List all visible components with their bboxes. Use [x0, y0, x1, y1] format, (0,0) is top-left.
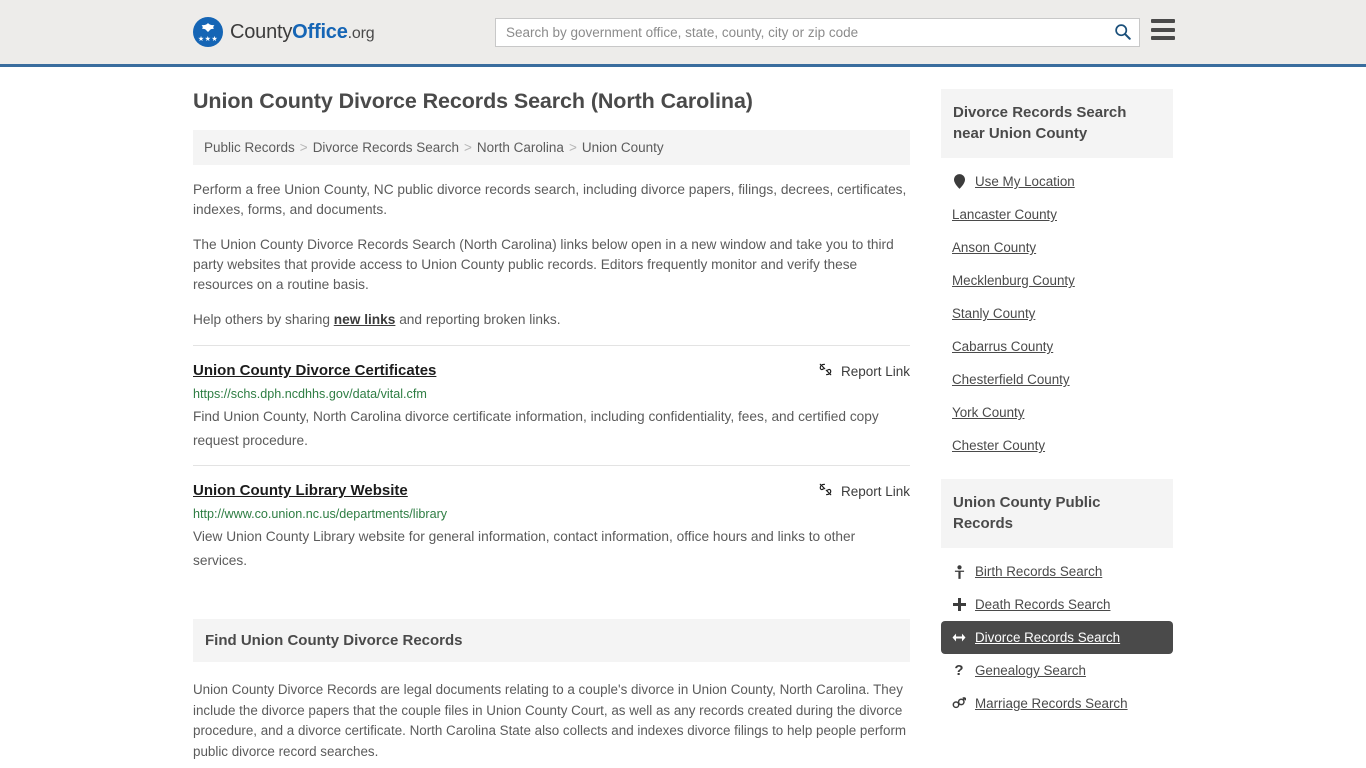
sidebar-item-divorce-records-search[interactable]: Divorce Records Search	[941, 621, 1173, 654]
map-pin-icon	[952, 174, 966, 189]
sidebar-item-label: Stanly County	[952, 306, 1036, 321]
sidebar-item-use-my-location[interactable]: Use My Location	[941, 165, 1173, 198]
section-body: Union County Divorce Records are legal d…	[193, 680, 910, 768]
sidebar-item-anson-county[interactable]: Anson County	[941, 231, 1173, 264]
share-text-before: Help others by sharing	[193, 312, 334, 327]
sidebar-item-label: Divorce Records Search	[975, 630, 1121, 645]
search-icon	[1114, 23, 1131, 43]
question-mark-icon: ?	[954, 662, 964, 679]
link-entry: Union County Library Website Report Link…	[193, 465, 910, 585]
sidebar-item-chesterfield-county[interactable]: Chesterfield County	[941, 363, 1173, 396]
report-link-button[interactable]: Report Link	[818, 481, 910, 500]
logo-text: CountyOffice.org	[230, 20, 375, 44]
sidebar-item-label: Birth Records Search	[975, 564, 1103, 579]
hamburger-bar	[1151, 36, 1175, 40]
section-paragraph: Union County Divorce Records are legal d…	[193, 682, 907, 759]
sidebar-item-label: Death Records Search	[975, 597, 1111, 612]
sidebar-item-birth-records-search[interactable]: Birth Records Search	[941, 555, 1173, 588]
search-bar[interactable]	[495, 18, 1140, 47]
seal-stars: ★★★	[197, 36, 219, 43]
search-button[interactable]	[1105, 19, 1139, 46]
link-entry-header: Union County Divorce Certificates Report…	[193, 361, 910, 380]
section-heading: Find Union County Divorce Records	[193, 619, 910, 662]
link-entry: Union County Divorce Certificates Report…	[193, 345, 910, 465]
intro-paragraph-2: The Union County Divorce Records Search …	[193, 237, 894, 292]
cross-icon	[952, 598, 966, 611]
sidebar-item-label: Cabarrus County	[952, 339, 1054, 354]
report-link-label: Report Link	[840, 483, 910, 499]
left-right-arrow-icon	[952, 632, 966, 643]
new-links-link[interactable]: new links	[334, 312, 396, 327]
eagle-seal-icon: ★★★	[193, 17, 223, 47]
breadcrumb-separator: >	[568, 140, 577, 155]
sidebar-item-lancaster-county[interactable]: Lancaster County	[941, 198, 1173, 231]
intro-paragraph-1: Perform a free Union County, NC public d…	[193, 182, 907, 217]
broken-link-icon	[818, 482, 833, 500]
breadcrumb-separator: >	[464, 140, 472, 155]
nearby-searches-heading: Divorce Records Search near Union County	[941, 89, 1173, 158]
intro-section: Perform a free Union County, NC public d…	[193, 180, 910, 330]
breadcrumb-item-public-records[interactable]: Public Records	[204, 140, 295, 155]
broken-link-icon	[818, 362, 833, 380]
sidebar-item-label: Anson County	[952, 240, 1037, 255]
sidebar-item-marriage-records-search[interactable]: Marriage Records Search	[941, 687, 1173, 720]
report-link-label: Report Link	[840, 363, 910, 379]
report-link-button[interactable]: Report Link	[818, 361, 910, 380]
site-header: ★★★ CountyOffice.org	[0, 0, 1366, 67]
sidebar-item-cabarrus-county[interactable]: Cabarrus County	[941, 330, 1173, 363]
sidebar-item-stanly-county[interactable]: Stanly County	[941, 297, 1173, 330]
resource-link-url[interactable]: http://www.co.union.nc.us/departments/li…	[193, 506, 910, 522]
resource-link-title[interactable]: Union County Divorce Certificates	[193, 361, 436, 380]
sidebar-item-label: Marriage Records Search	[975, 696, 1128, 711]
sidebar-item-label: Genealogy Search	[975, 663, 1086, 678]
content-row: Union County Divorce Records Search (Nor…	[193, 67, 1173, 768]
sidebar-item-label: Chester County	[952, 438, 1046, 453]
breadcrumb-item-divorce-records-search[interactable]: Divorce Records Search	[313, 140, 459, 155]
resource-link-title[interactable]: Union County Library Website	[193, 481, 408, 500]
nearby-searches-list: Use My Location Lancaster County Anson C…	[941, 158, 1173, 462]
page-container: Union County Divorce Records Search (Nor…	[0, 67, 1366, 768]
hamburger-bar	[1151, 27, 1175, 32]
logo-text-county: County	[230, 20, 293, 43]
public-records-panel: Union County Public Records Birth Record…	[941, 479, 1173, 720]
link-entry-header: Union County Library Website Report Link	[193, 481, 910, 500]
sidebar-item-label: Lancaster County	[952, 207, 1057, 222]
logo-text-org: .org	[347, 24, 375, 42]
sidebar: Divorce Records Search near Union County…	[941, 89, 1173, 768]
main-column: Union County Divorce Records Search (Nor…	[193, 89, 910, 768]
public-records-heading: Union County Public Records	[941, 479, 1173, 548]
hamburger-bar	[1151, 19, 1175, 23]
breadcrumb-item-union-county[interactable]: Union County	[582, 140, 664, 155]
male-female-icon	[952, 697, 966, 710]
sidebar-item-label: Mecklenburg County	[952, 273, 1075, 288]
share-text-after: and reporting broken links.	[395, 312, 561, 327]
sidebar-item-label: Use My Location	[975, 174, 1075, 189]
baby-icon	[952, 564, 966, 579]
resource-link-description: View Union County Library website for ge…	[193, 529, 856, 568]
site-logo[interactable]: ★★★ CountyOffice.org	[193, 17, 375, 47]
sidebar-item-chester-county[interactable]: Chester County	[941, 429, 1173, 462]
intro-paragraph-3: Help others by sharing new links and rep…	[193, 310, 910, 330]
resource-link-description: Find Union County, North Carolina divorc…	[193, 409, 879, 448]
search-input[interactable]	[496, 19, 1105, 46]
sidebar-item-mecklenburg-county[interactable]: Mecklenburg County	[941, 264, 1173, 297]
sidebar-item-label: Chesterfield County	[952, 372, 1070, 387]
public-records-list: Birth Records Search Death Records Searc…	[941, 548, 1173, 720]
hamburger-menu-icon[interactable]	[1151, 19, 1175, 40]
sidebar-item-death-records-search[interactable]: Death Records Search	[941, 588, 1173, 621]
sidebar-item-label: York County	[952, 405, 1025, 420]
logo-text-office: Office	[292, 20, 348, 43]
sidebar-item-york-county[interactable]: York County	[941, 396, 1173, 429]
nearby-searches-panel: Divorce Records Search near Union County…	[941, 89, 1173, 462]
page-title: Union County Divorce Records Search (Nor…	[193, 89, 753, 113]
sidebar-item-genealogy-search[interactable]: ? Genealogy Search	[941, 654, 1173, 687]
breadcrumb: Public Records > Divorce Records Search > No…	[193, 130, 910, 165]
breadcrumb-separator: >	[299, 140, 308, 155]
breadcrumb-item-north-carolina[interactable]: North Carolina	[477, 140, 564, 155]
resource-link-url[interactable]: https://schs.dph.ncdhhs.gov/data/vital.c…	[193, 386, 910, 402]
